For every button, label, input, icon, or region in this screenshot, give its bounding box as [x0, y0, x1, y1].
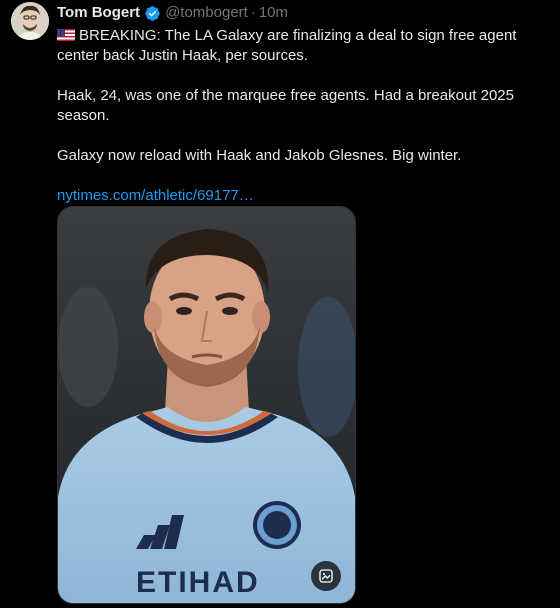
sponsor-text: ETIHAD: [136, 566, 260, 599]
article-link[interactable]: nytimes.com/athletic/69177…: [57, 187, 254, 204]
tweet-link: nytimes.com/athletic/69177…: [57, 186, 547, 206]
tweet-paragraph: Galaxy now reload with Haak and Jakob Gl…: [57, 147, 462, 164]
verified-badge-icon[interactable]: [144, 5, 161, 22]
author-name[interactable]: Tom Bogert: [57, 4, 140, 22]
author-handle[interactable]: @tombogert: [165, 4, 248, 22]
tweet-paragraph: BREAKING: The LA Galaxy are finalizing a…: [57, 26, 547, 66]
tweet-paragraph: Haak, 24, was one of the marquee free ag…: [57, 87, 514, 124]
us-flag-icon: [57, 29, 75, 41]
separator-dot: ·: [250, 4, 256, 21]
image-edit-icon[interactable]: [311, 561, 341, 591]
tweet-header: Tom Bogert @tombogert · 10m: [57, 4, 288, 22]
tweet-image[interactable]: ETIHAD: [57, 206, 356, 604]
tweet-paragraph-text: BREAKING: The LA Galaxy are finalizing a…: [57, 27, 517, 64]
author-avatar[interactable]: [11, 2, 49, 40]
tweet-text: BREAKING: The LA Galaxy are finalizing a…: [57, 26, 547, 226]
timestamp[interactable]: 10m: [259, 4, 288, 22]
